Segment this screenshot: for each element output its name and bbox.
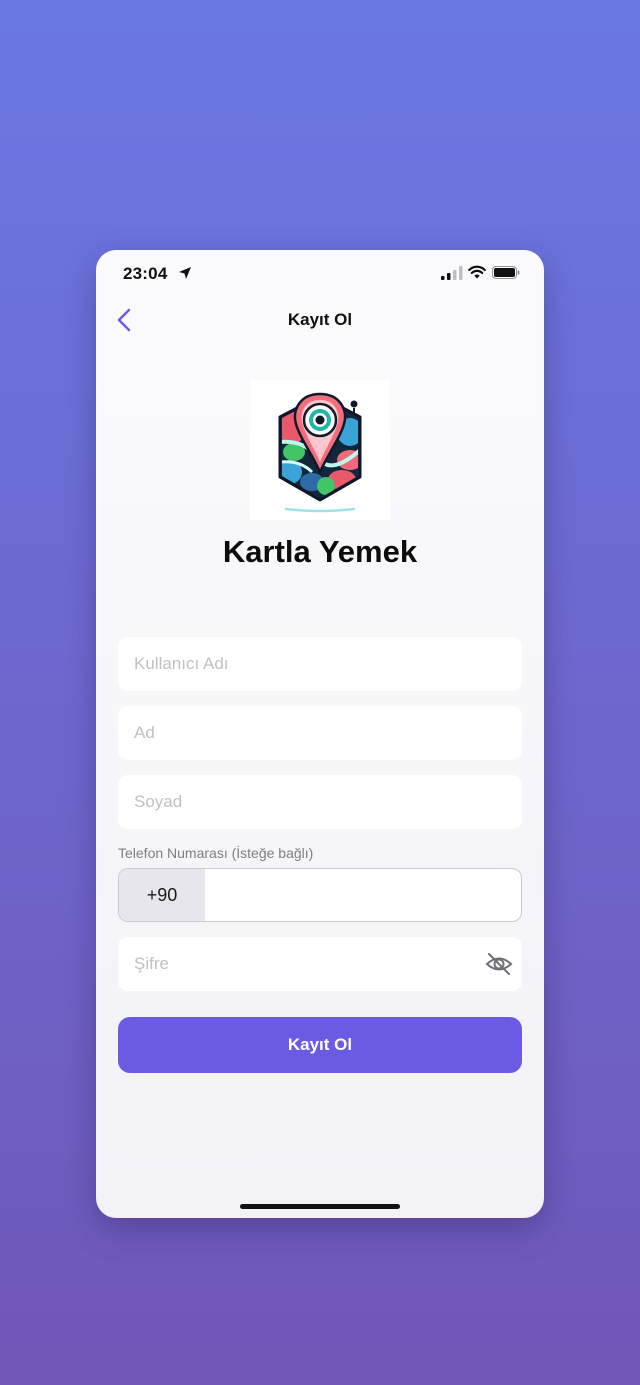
phone-frame: 23:04 Kayıt Ol Kartla Yemek Kullanıcı Ad… bbox=[96, 250, 544, 1218]
first-name-field-container bbox=[118, 706, 522, 760]
wifi-icon bbox=[468, 265, 486, 279]
cellular-signal-icon bbox=[441, 266, 463, 280]
password-field-container bbox=[118, 937, 522, 991]
app-name: Kartla Yemek bbox=[222, 534, 418, 569]
first-name-input[interactable] bbox=[118, 706, 522, 760]
username-input[interactable] bbox=[118, 637, 522, 691]
status-bar: 23:04 bbox=[96, 250, 544, 298]
battery-icon bbox=[492, 266, 520, 279]
status-time: 23:04 bbox=[123, 264, 168, 283]
last-name-field-container bbox=[118, 775, 522, 829]
location-arrow-icon bbox=[179, 267, 191, 279]
register-button[interactable]: Kayıt Ol bbox=[118, 1017, 522, 1073]
page-title: Kayıt Ol bbox=[287, 310, 353, 329]
last-name-input[interactable] bbox=[118, 775, 522, 829]
username-field-container bbox=[118, 637, 522, 691]
phone-input[interactable] bbox=[205, 869, 521, 921]
phone-label: Telefon Numarası (İsteğe bağlı) bbox=[118, 845, 314, 861]
app-logo bbox=[250, 380, 390, 520]
eye-slash-icon[interactable] bbox=[484, 950, 514, 978]
home-indicator bbox=[240, 1204, 400, 1209]
country-code[interactable]: +90 bbox=[119, 869, 205, 921]
phone-field-container: +90 bbox=[118, 868, 522, 922]
password-input[interactable] bbox=[118, 937, 522, 991]
